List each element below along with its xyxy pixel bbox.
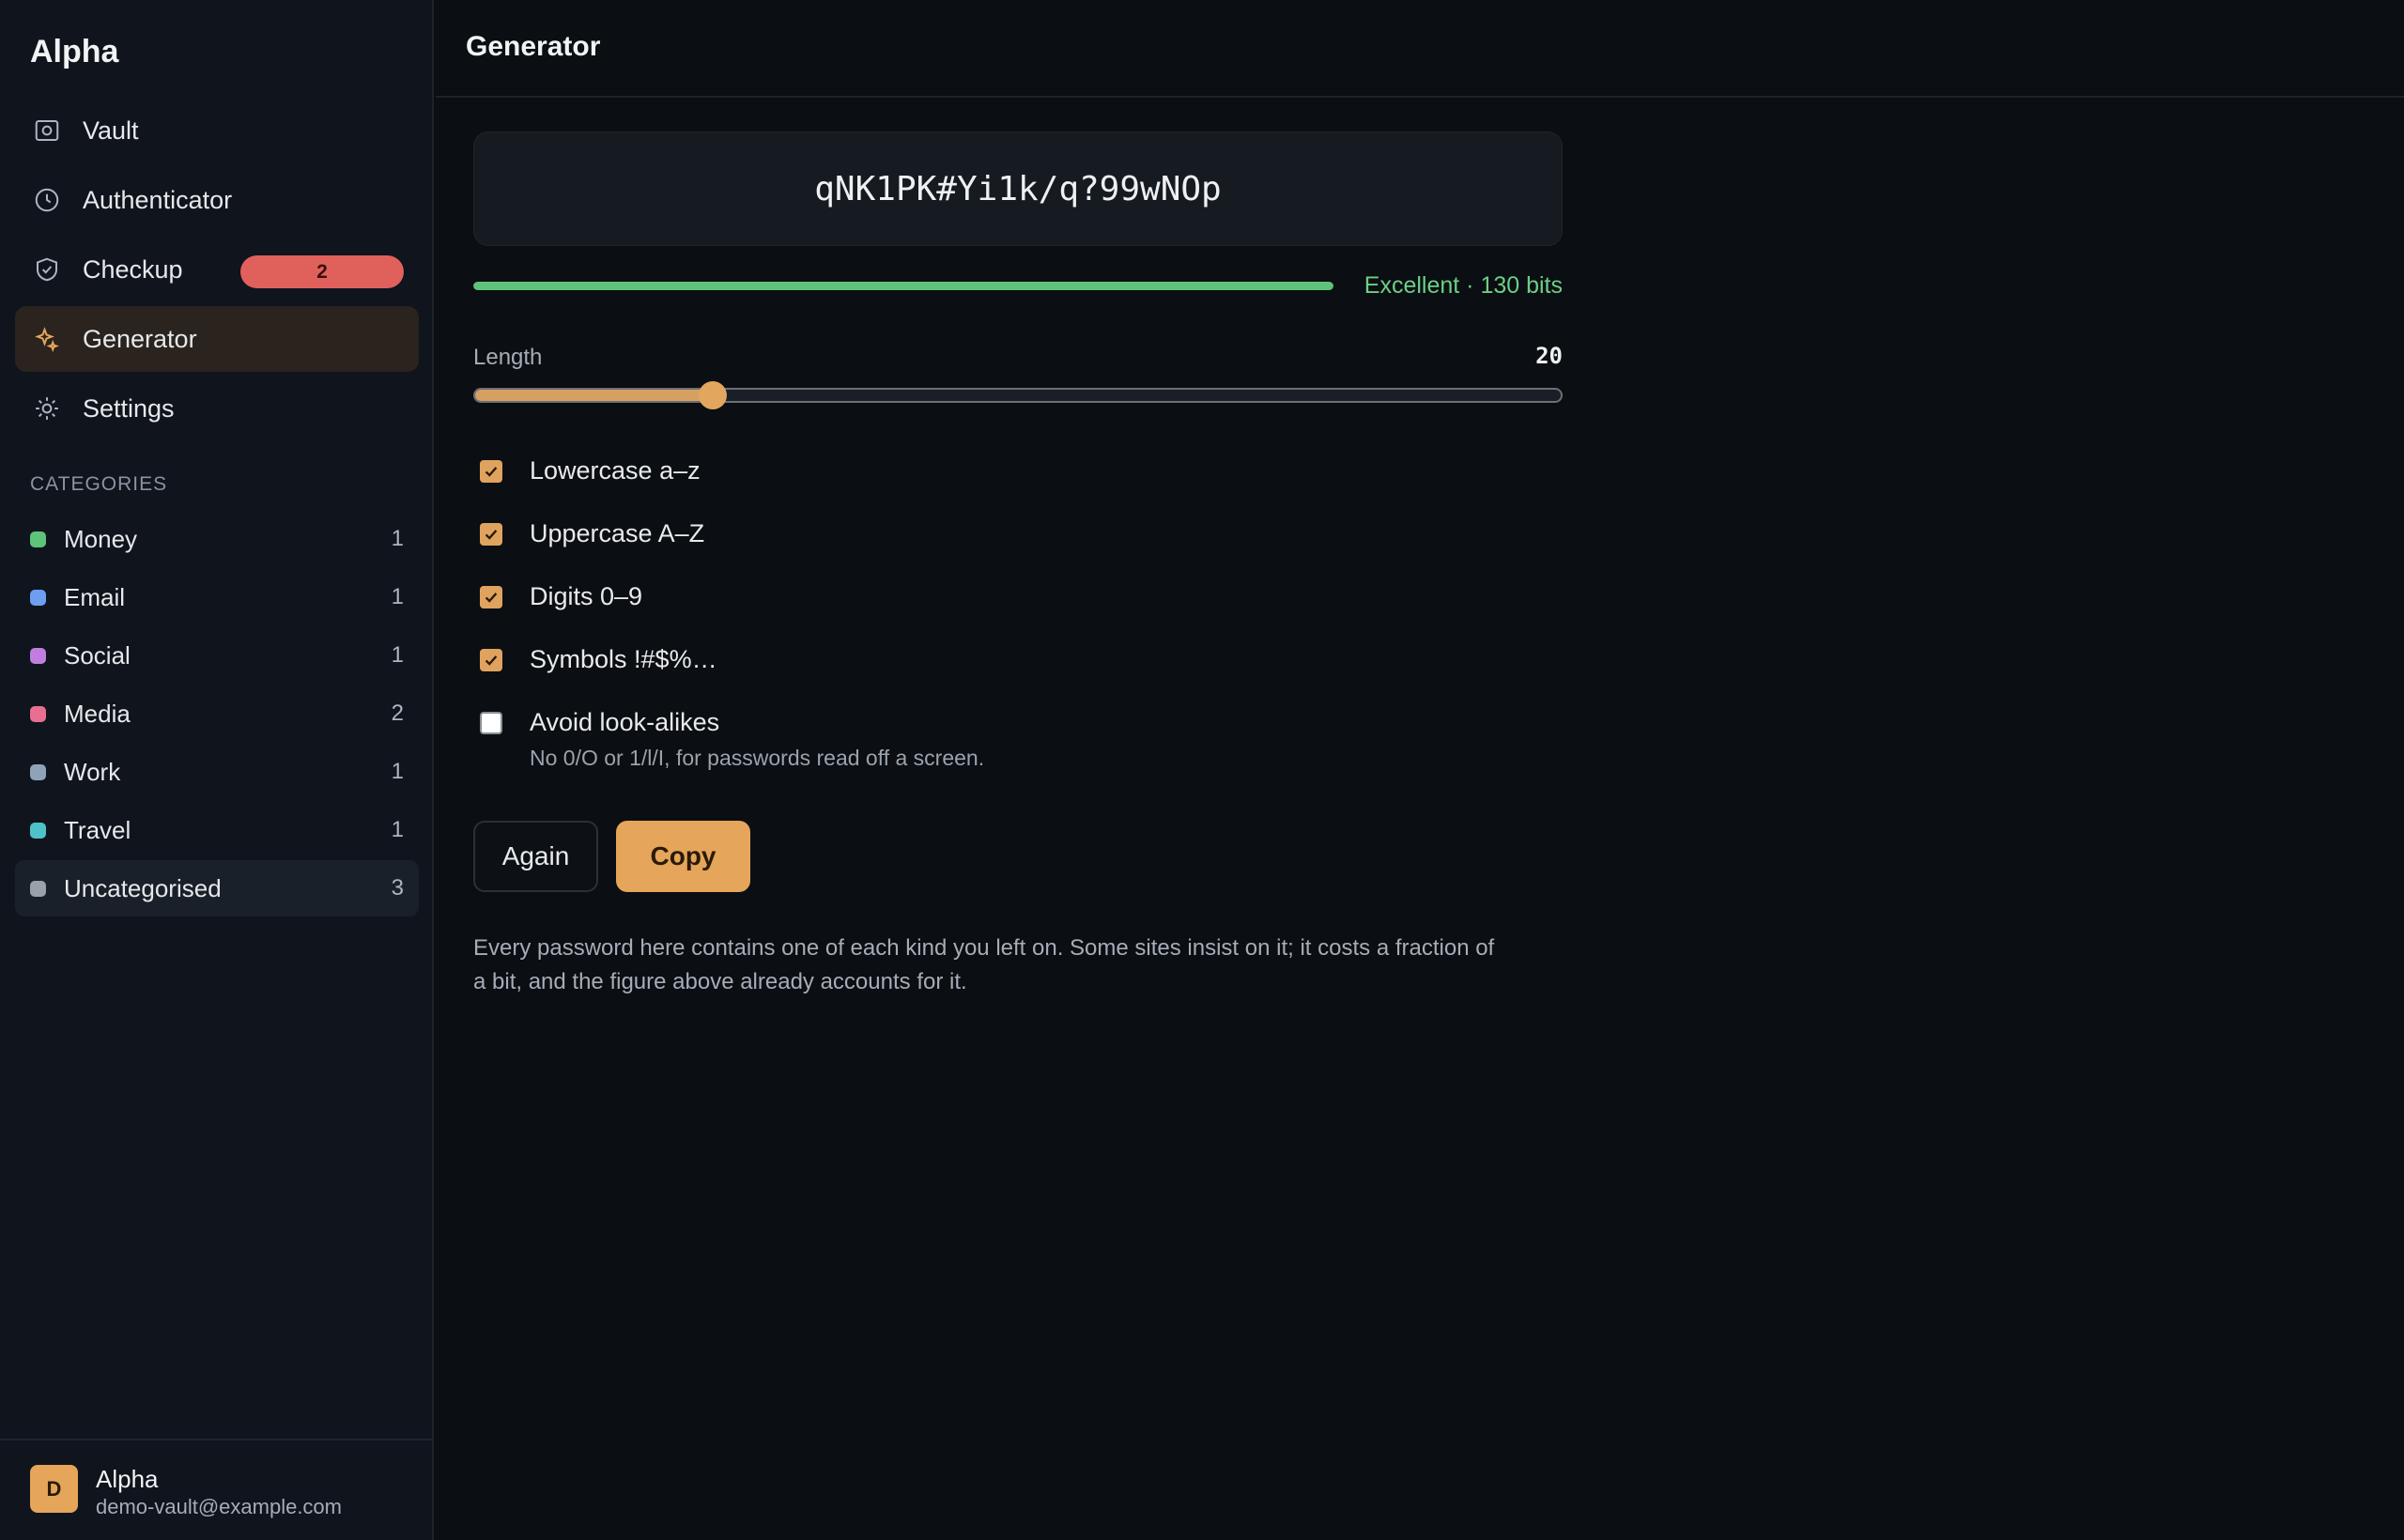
category-label: Uncategorised — [64, 873, 222, 902]
category-dot — [30, 589, 46, 606]
category-item-uncategorised[interactable]: Uncategorised 3 — [15, 860, 419, 916]
option-label: Uppercase A–Z — [530, 519, 705, 547]
category-label: Media — [64, 699, 131, 728]
check-icon — [485, 655, 498, 666]
nav-item-generator[interactable]: Generator — [15, 306, 419, 372]
generated-password[interactable]: qNK1PK#Yi1k/q?99wNOp — [473, 131, 1563, 246]
categories-heading: CATEGORIES — [30, 473, 168, 495]
character-options: Lowercase a–z Uppercase A–Z Digits 0–9 S… — [473, 451, 1563, 770]
page-title: Generator — [466, 31, 601, 62]
category-count: 3 — [391, 875, 404, 901]
user-email: demo-vault@example.com — [96, 1495, 342, 1518]
slider-thumb[interactable] — [699, 381, 728, 409]
category-list: Money 1 Email 1 Social 1 Media 2 Work 1 … — [15, 511, 419, 918]
strength-bar — [473, 282, 1333, 290]
option-label: Lowercase a–z — [530, 456, 701, 485]
category-label: Work — [64, 757, 121, 786]
generator-panel: qNK1PK#Yi1k/q?99wNOp Excellent · 130 bit… — [473, 131, 1563, 994]
digits-checkbox[interactable] — [480, 586, 502, 608]
option-lowercase[interactable]: Lowercase a–z — [473, 451, 1563, 514]
explanation-note: Every password here contains one of each… — [473, 935, 1495, 994]
category-count: 1 — [391, 759, 404, 784]
app-title: Alpha — [30, 34, 119, 69]
category-count: 1 — [391, 817, 404, 842]
slider-fill — [475, 390, 715, 401]
nav-item-settings[interactable]: Settings — [15, 376, 419, 441]
user-name: Alpha — [96, 1465, 159, 1493]
slider-track[interactable] — [473, 388, 1563, 403]
check-icon — [485, 530, 498, 540]
length-slider[interactable] — [473, 381, 1563, 409]
category-item-social[interactable]: Social 1 — [15, 627, 419, 684]
category-dot — [30, 531, 46, 547]
strength-meter: Excellent · 130 bits — [473, 272, 1563, 300]
checkup-badge: 2 — [240, 255, 404, 288]
sparkle-icon — [32, 324, 62, 354]
sidebar: Alpha Vault Authenticator Checkup 2 Gene… — [0, 0, 434, 1540]
option-avoid-lookalikes[interactable]: Avoid look-alikes No 0/O or 1/l/I, for p… — [473, 702, 1563, 770]
category-count: 1 — [391, 642, 404, 668]
account-footer[interactable]: D Alpha demo-vault@example.com — [0, 1439, 432, 1540]
category-count: 1 — [391, 584, 404, 609]
sun-icon — [32, 393, 62, 424]
again-button[interactable]: Again — [473, 821, 598, 892]
nav-item-label: Generator — [83, 324, 197, 353]
copy-button[interactable]: Copy — [616, 821, 750, 892]
category-label: Email — [64, 582, 126, 611]
avoid-lookalikes-checkbox[interactable] — [480, 712, 502, 734]
vault-icon — [32, 116, 62, 146]
symbols-checkbox[interactable] — [480, 649, 502, 671]
nav-item-label: Settings — [83, 393, 175, 423]
top-bar: Generator — [436, 0, 2404, 98]
category-item-work[interactable]: Work 1 — [15, 744, 419, 800]
avatar: D — [30, 1465, 78, 1513]
length-label: Length — [473, 345, 543, 370]
check-icon — [485, 593, 498, 603]
category-item-travel[interactable]: Travel 1 — [15, 802, 419, 858]
category-item-email[interactable]: Email 1 — [15, 569, 419, 625]
clock-icon — [32, 185, 62, 215]
uppercase-checkbox[interactable] — [480, 523, 502, 546]
category-count: 1 — [391, 526, 404, 551]
option-digits[interactable]: Digits 0–9 — [473, 577, 1563, 639]
category-count: 2 — [391, 701, 404, 726]
category-item-media[interactable]: Media 2 — [15, 685, 419, 742]
nav-item-label: Authenticator — [83, 185, 233, 214]
option-label: Digits 0–9 — [530, 582, 643, 610]
option-label: Symbols !#$%… — [530, 645, 717, 673]
lowercase-checkbox[interactable] — [480, 460, 502, 483]
option-uppercase[interactable]: Uppercase A–Z — [473, 514, 1563, 577]
option-label: Avoid look-alikes — [530, 708, 720, 736]
category-dot — [30, 705, 46, 722]
main-nav: Vault Authenticator Checkup 2 Generator — [15, 98, 419, 445]
category-dot — [30, 763, 46, 780]
category-dot — [30, 822, 46, 839]
category-item-money[interactable]: Money 1 — [15, 511, 419, 567]
shield-icon — [32, 254, 62, 285]
option-hint: No 0/O or 1/l/I, for passwords read off … — [530, 746, 985, 770]
strength-label: Excellent · 130 bits — [1364, 272, 1563, 299]
nav-item-label: Checkup — [83, 254, 183, 284]
category-dot — [30, 647, 46, 664]
category-dot — [30, 880, 46, 897]
category-label: Travel — [64, 815, 131, 844]
category-label: Money — [64, 524, 138, 553]
nav-item-checkup[interactable]: Checkup 2 — [15, 237, 419, 302]
nav-item-authenticator[interactable]: Authenticator — [15, 167, 419, 233]
option-symbols[interactable]: Symbols !#$%… — [473, 639, 1563, 702]
category-label: Social — [64, 640, 131, 670]
length-value: 20 — [1535, 343, 1563, 369]
nav-item-label: Vault — [83, 116, 139, 145]
strength-bar-fill — [473, 282, 1333, 290]
nav-item-vault[interactable]: Vault — [15, 98, 419, 163]
check-icon — [485, 467, 498, 477]
